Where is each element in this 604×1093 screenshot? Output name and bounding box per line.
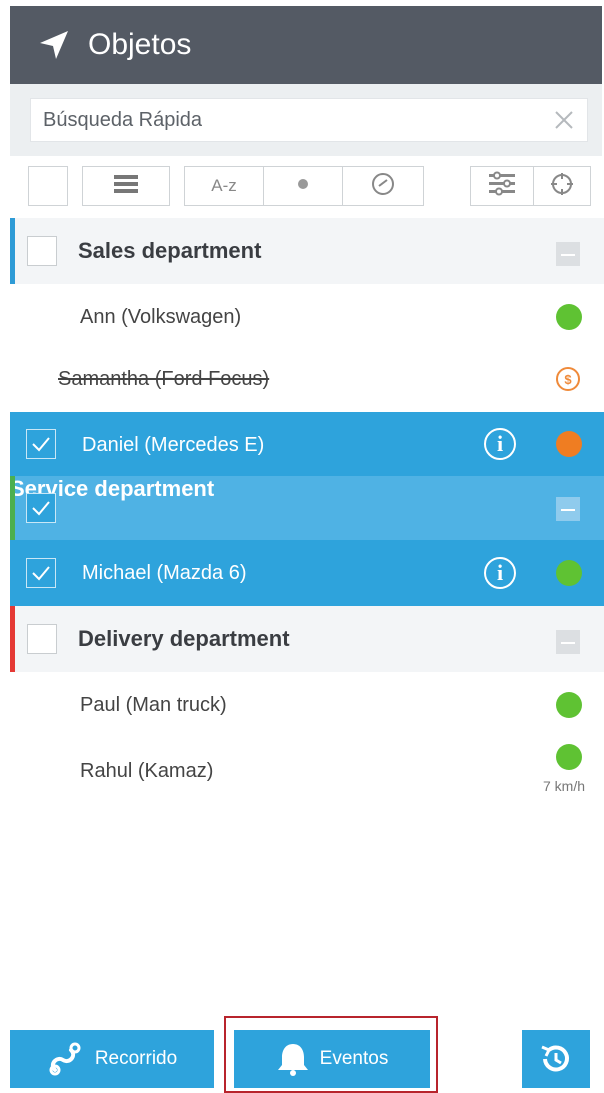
collapse-icon[interactable] <box>556 497 580 521</box>
objects-header: Objetos <box>10 6 602 84</box>
sort-alpha-button[interactable]: A-z <box>184 166 264 206</box>
collapse-icon[interactable] <box>556 630 580 654</box>
object-row[interactable]: Rahul (Kamaz) 7 km/h <box>10 736 604 810</box>
parked-status-icon: $ <box>556 367 580 391</box>
status-online-icon <box>556 304 582 330</box>
sort-alpha-label: A-z <box>211 176 237 195</box>
object-row-selected[interactable]: Daniel (Mercedes E) i <box>10 412 604 476</box>
page-title: Objetos <box>88 28 192 61</box>
object-label: Daniel (Mercedes E) <box>82 434 265 456</box>
object-row-selected[interactable]: Michael (Mazda 6) i <box>10 540 604 606</box>
list-view-button[interactable] <box>82 166 170 206</box>
crosshair-icon <box>549 171 575 202</box>
group-checkbox[interactable] <box>26 493 56 523</box>
group-row[interactable]: Sales department <box>10 218 604 284</box>
search-box <box>30 98 588 142</box>
group-color-bar <box>10 606 15 672</box>
object-label: Paul (Man truck) <box>80 694 227 716</box>
svg-text:$: $ <box>564 372 572 386</box>
object-checkbox[interactable] <box>26 429 56 459</box>
locate-button[interactable] <box>533 166 591 206</box>
collapse-icon[interactable] <box>556 242 580 266</box>
toolbar: A-z <box>10 156 602 218</box>
group-row-selected[interactable]: Service department <box>10 476 604 540</box>
search-bar <box>10 84 602 156</box>
group-checkbox[interactable] <box>27 624 57 654</box>
group-row[interactable]: Delivery department <box>10 606 604 672</box>
info-icon[interactable]: i <box>484 557 516 589</box>
recorrido-label: Recorrido <box>94 1048 178 1069</box>
group-label: Delivery department <box>78 626 290 651</box>
speed-filter-button[interactable] <box>342 166 424 206</box>
object-label: Samantha (Ford Focus) <box>58 368 270 390</box>
status-online-icon <box>556 560 582 586</box>
group-color-bar <box>10 476 15 540</box>
filter-settings-button[interactable] <box>470 166 534 206</box>
speed-label: 7 km/h <box>543 778 586 794</box>
object-row[interactable]: Paul (Man truck) <box>10 672 604 736</box>
group-checkbox[interactable] <box>27 236 57 266</box>
speedometer-icon <box>370 171 396 202</box>
group-label: Service department <box>10 476 215 501</box>
status-online-icon <box>556 744 582 770</box>
object-row[interactable]: Ann (Volkswagen) <box>10 284 604 348</box>
object-label: Michael (Mazda 6) <box>82 562 247 584</box>
history-button[interactable] <box>522 1030 590 1088</box>
object-label: Rahul (Kamaz) <box>80 760 214 782</box>
group-label: Sales department <box>78 238 262 263</box>
info-icon[interactable]: i <box>484 428 516 460</box>
search-input[interactable] <box>31 99 543 141</box>
history-icon <box>538 1041 574 1077</box>
status-filter-button[interactable] <box>263 166 343 206</box>
clear-search-icon[interactable] <box>551 107 577 133</box>
highlight-frame <box>224 1016 438 1093</box>
status-warning-icon <box>556 431 582 457</box>
list-view-icon <box>112 173 140 200</box>
object-label: Ann (Volkswagen) <box>80 306 242 328</box>
navigation-arrow-icon <box>34 25 74 65</box>
recorrido-button[interactable]: Recorrido <box>10 1030 214 1088</box>
object-row[interactable]: Samantha (Ford Focus) $ <box>10 348 604 412</box>
status-dot-icon <box>296 176 310 196</box>
select-all-checkbox[interactable] <box>28 166 68 206</box>
filter-settings-icon <box>487 171 517 202</box>
group-color-bar <box>10 218 15 284</box>
route-icon <box>47 1040 85 1078</box>
status-online-icon <box>556 692 582 718</box>
object-checkbox[interactable] <box>26 558 56 588</box>
